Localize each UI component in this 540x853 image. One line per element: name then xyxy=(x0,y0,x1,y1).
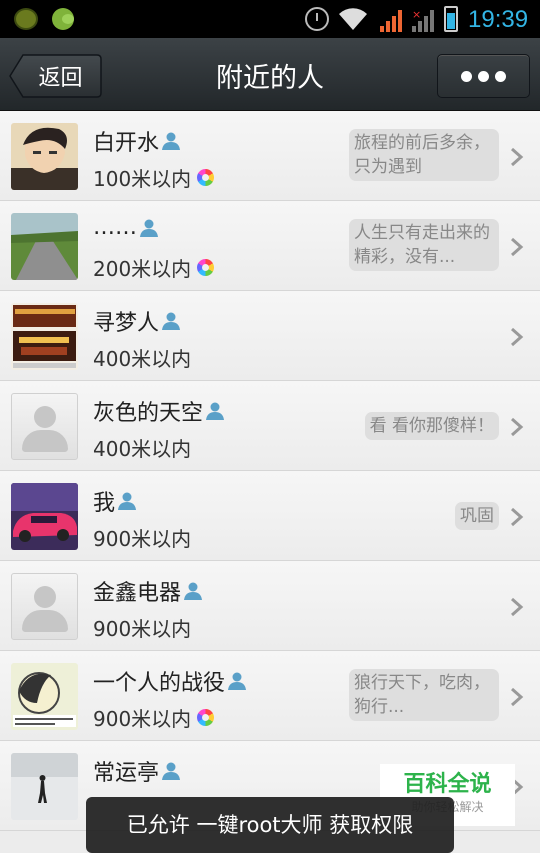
back-button-label: 返回 xyxy=(38,66,83,91)
status-clock: 19:39 xyxy=(468,6,529,33)
avatar xyxy=(11,303,78,370)
more-dot-icon xyxy=(495,70,506,82)
watermark-title: 百科全说 xyxy=(403,772,492,797)
person-name-text: 常运亭 xyxy=(93,761,160,786)
person-name: 我 xyxy=(93,485,137,517)
user-icon xyxy=(184,582,203,600)
distance-text: 900米以内 xyxy=(93,527,192,551)
person-name-text: 一个人的战役 xyxy=(93,671,226,696)
person-name: …… xyxy=(93,215,159,240)
status-bar: × 19:39 xyxy=(0,0,540,38)
person-row[interactable]: …… 200米以内 人生只有走出来的精彩，没有... xyxy=(0,201,540,291)
back-button[interactable]: 返回 xyxy=(9,54,102,98)
page-title: 附近的人 xyxy=(216,63,324,94)
person-name-text: 灰色的天空 xyxy=(93,401,204,426)
person-distance: 900米以内 xyxy=(93,703,215,732)
signature-bubble: 狼行天下，吃肉，狗行... xyxy=(349,669,499,721)
chevron-right-icon xyxy=(511,687,524,707)
distance-text: 200米以内 xyxy=(93,257,192,281)
no-signal-icon: × xyxy=(412,8,434,32)
person-name-text: 金鑫电器 xyxy=(93,581,182,606)
person-name: 一个人的战役 xyxy=(93,665,247,697)
moments-ring-icon xyxy=(197,169,215,186)
person-name-text: …… xyxy=(93,215,137,240)
more-dot-icon xyxy=(461,70,472,82)
person-distance: 400米以内 xyxy=(93,343,191,372)
avatar xyxy=(11,123,78,190)
moments-ring-icon xyxy=(197,709,215,726)
chevron-right-icon xyxy=(511,597,524,617)
moments-ring-icon xyxy=(197,259,215,276)
signal-strength-icon xyxy=(380,10,402,32)
signature-bubble: 旅程的前后多余，只为遇到 xyxy=(349,129,499,181)
user-icon xyxy=(206,402,225,420)
alarm-icon xyxy=(305,7,329,31)
person-distance: 200米以内 xyxy=(93,253,215,282)
avatar xyxy=(11,573,78,640)
user-icon xyxy=(140,219,158,237)
avatar xyxy=(11,753,78,820)
wifi-icon xyxy=(339,8,367,30)
person-distance: 400米以内 xyxy=(93,433,191,462)
battery-icon xyxy=(444,6,458,32)
person-name-text: 寻梦人 xyxy=(93,311,160,336)
chevron-right-icon xyxy=(511,147,524,167)
user-icon xyxy=(162,132,181,150)
distance-text: 900米以内 xyxy=(93,617,192,641)
distance-text: 100米以内 xyxy=(93,167,192,191)
wechat-notification-icon xyxy=(52,8,74,30)
chevron-right-icon xyxy=(511,417,524,437)
user-icon xyxy=(162,312,181,330)
person-row[interactable]: 寻梦人 400米以内 xyxy=(0,291,540,381)
person-row[interactable]: 我 900米以内 巩固 xyxy=(0,471,540,561)
svg-text:×: × xyxy=(412,8,421,21)
chevron-right-icon xyxy=(511,237,524,257)
nearby-people-list: 白开水 100米以内 旅程的前后多余，只为遇到 …… 200米以内 人生只有走出来的精彩，… xyxy=(0,111,540,831)
avatar xyxy=(11,393,78,460)
chevron-right-icon xyxy=(511,507,524,527)
avatar xyxy=(11,213,78,280)
person-name-text: 我 xyxy=(93,491,116,516)
person-name: 寻梦人 xyxy=(93,305,181,337)
title-bar: 返回 附近的人 xyxy=(0,38,540,111)
person-name: 常运亭 xyxy=(93,755,181,787)
user-icon xyxy=(162,762,181,780)
avatar xyxy=(11,663,78,730)
signature-bubble: 人生只有走出来的精彩，没有... xyxy=(349,219,499,271)
user-icon xyxy=(118,492,137,510)
signature-bubble: 巩固 xyxy=(455,502,499,530)
more-dot-icon xyxy=(478,70,489,82)
person-row[interactable]: 一个人的战役 900米以内 狼行天下，吃肉，狗行... xyxy=(0,651,540,741)
person-row[interactable]: 金鑫电器 900米以内 xyxy=(0,561,540,651)
avatar xyxy=(11,483,78,550)
person-name: 金鑫电器 xyxy=(93,575,203,607)
person-distance: 900米以内 xyxy=(93,613,191,642)
app-notification-icon xyxy=(14,8,38,30)
user-icon xyxy=(228,672,247,690)
distance-text: 400米以内 xyxy=(93,437,192,461)
distance-text: 900米以内 xyxy=(93,707,192,731)
more-options-button[interactable] xyxy=(437,54,530,98)
person-name: 白开水 xyxy=(93,125,181,157)
person-row[interactable]: 灰色的天空 400米以内 看 看你那傻样！ xyxy=(0,381,540,471)
person-row[interactable]: 白开水 100米以内 旅程的前后多余，只为遇到 xyxy=(0,111,540,201)
person-distance: 100米以内 xyxy=(93,163,215,192)
toast-message: 已允许 一键root大师 获取权限 xyxy=(86,797,454,853)
signature-bubble: 看 看你那傻样！ xyxy=(364,412,499,440)
distance-text: 400米以内 xyxy=(93,347,192,371)
person-name: 灰色的天空 xyxy=(93,395,225,427)
person-name-text: 白开水 xyxy=(93,131,160,156)
chevron-right-icon xyxy=(511,327,524,347)
person-distance: 900米以内 xyxy=(93,523,191,552)
